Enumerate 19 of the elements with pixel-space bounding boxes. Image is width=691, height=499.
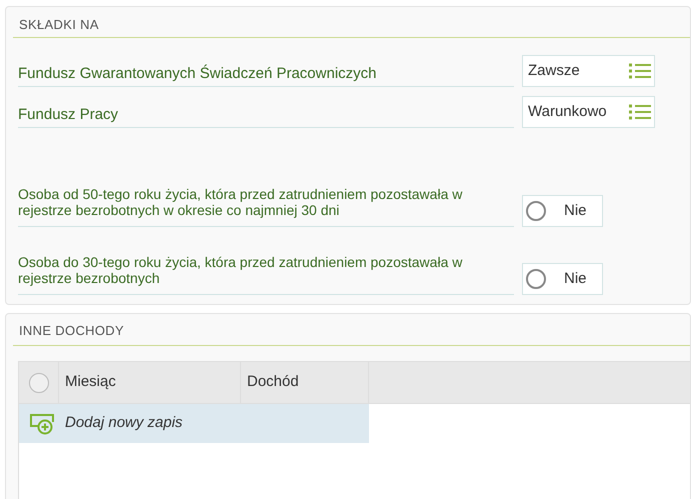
list-icon	[629, 104, 651, 120]
radio-toggle[interactable]: Nie	[522, 195, 603, 227]
radio-icon	[526, 269, 546, 289]
section-title: INNE DOCHODY	[13, 314, 690, 346]
add-record-row[interactable]: Dodaj nowy zapis	[19, 404, 369, 443]
dropdown[interactable]: Zawsze	[522, 55, 655, 87]
list-icon	[629, 63, 651, 79]
add-record-icon	[29, 412, 55, 434]
field-label: Fundusz Gwarantowanych Świadczeń Pracowniczych	[18, 55, 514, 87]
column-header[interactable]: Dochód	[241, 362, 369, 403]
field-label: Osoba do 30-tego roku życia, która przed zatrudnieniem pozostawała w rejestrze bezrobotnych	[18, 254, 514, 295]
column-header[interactable]: Miesiąc	[59, 362, 241, 403]
field-label: Fundusz Pracy	[18, 96, 514, 128]
select-all-checkbox[interactable]	[28, 372, 48, 392]
field-label: Osoba od 50-tego roku życia, która przed zatrudnieniem pozostawała w rejestrze bezrobotnych w okresie co najmniej 30 dni	[18, 186, 514, 227]
section-title: SKŁADKI NA	[13, 7, 690, 38]
radio-toggle[interactable]: Nie	[522, 263, 603, 295]
radio-icon	[526, 201, 546, 221]
dropdown[interactable]: Warunkowo	[522, 96, 655, 128]
